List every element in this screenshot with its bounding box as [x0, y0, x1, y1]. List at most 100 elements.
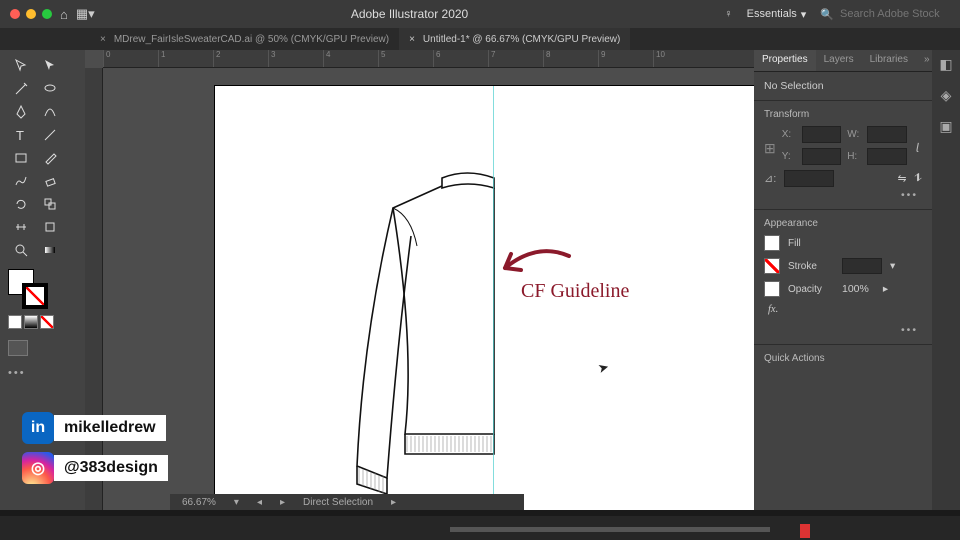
search-icon: 🔍 [820, 8, 834, 21]
pen-tool-icon[interactable] [8, 102, 34, 122]
help-icon[interactable]: ♀ [724, 8, 732, 20]
h-input[interactable] [867, 148, 906, 165]
zoom-window-icon[interactable] [42, 9, 52, 19]
minimize-window-icon[interactable] [26, 9, 36, 19]
chevron-down-icon[interactable]: ▾ [234, 497, 239, 508]
ruler-horizontal[interactable]: 0 1 2 3 4 5 6 7 8 9 10 [103, 50, 754, 68]
video-scrubber[interactable] [0, 516, 960, 540]
width-tool-icon[interactable] [8, 217, 34, 237]
link-wh-icon[interactable]: 𝘭 [913, 141, 922, 155]
search-stock[interactable]: 🔍 [820, 8, 950, 21]
opacity-label[interactable]: Opacity [788, 284, 834, 295]
social-overlay: in mikelledrew ◎ @383design [22, 412, 168, 484]
search-input[interactable] [840, 8, 950, 20]
document-tabs: × MDrew_FairIsleSweaterCAD.ai @ 50% (CMY… [0, 28, 960, 50]
window-controls[interactable] [10, 9, 52, 19]
free-transform-tool-icon[interactable] [37, 217, 63, 237]
y-input[interactable] [802, 148, 841, 165]
screen-mode-icon[interactable] [8, 340, 28, 356]
paintbrush-tool-icon[interactable] [37, 148, 63, 168]
selection-tool-icon[interactable] [8, 56, 34, 76]
tab-libraries[interactable]: Libraries [862, 50, 916, 71]
close-tab-icon[interactable]: × [100, 34, 106, 45]
gradient-mode-icon[interactable] [24, 315, 38, 329]
linkedin-icon: in [22, 412, 54, 444]
h-label: H: [847, 151, 861, 162]
fill-swatch[interactable] [764, 235, 780, 251]
appearance-header: Appearance [764, 218, 922, 229]
tab-label: Untitled-1* @ 66.67% (CMYK/GPU Preview) [423, 34, 620, 45]
artboard-nav-next-icon[interactable]: ▸ [280, 497, 285, 508]
dock-panel-icon[interactable]: ◧ [939, 56, 952, 73]
scale-tool-icon[interactable] [37, 194, 63, 214]
arrange-documents-icon[interactable]: ▦▾ [76, 6, 95, 22]
lasso-tool-icon[interactable] [37, 79, 63, 99]
eraser-tool-icon[interactable] [37, 171, 63, 191]
panel-dock: ◧ ◈ ▣ [932, 50, 960, 510]
scrubber-track[interactable] [450, 527, 770, 532]
stroke-weight-input[interactable] [842, 258, 882, 274]
line-segment-tool-icon[interactable] [37, 125, 63, 145]
chevron-right-icon[interactable]: ▸ [883, 283, 888, 295]
canvas-area[interactable]: 0 1 2 3 4 5 6 7 8 9 10 [85, 50, 754, 510]
fill-label: Fill [788, 238, 834, 249]
x-input[interactable] [802, 126, 841, 143]
rotate-tool-icon[interactable] [8, 194, 34, 214]
close-window-icon[interactable] [10, 9, 20, 19]
type-tool-icon[interactable]: T [8, 125, 34, 145]
stroke-label[interactable]: Stroke [788, 261, 834, 272]
more-options-icon[interactable]: ••• [764, 187, 922, 201]
dock-panel-icon[interactable]: ▣ [939, 118, 952, 135]
ruler-tick: 0 [103, 50, 158, 67]
selection-status: No Selection [764, 80, 922, 92]
ruler-tick: 8 [543, 50, 598, 67]
ruler-tick: 7 [488, 50, 543, 67]
zoom-tool-icon[interactable] [8, 240, 34, 260]
close-tab-icon[interactable]: × [409, 34, 415, 45]
opacity-swatch[interactable] [764, 281, 780, 297]
svg-text:T: T [16, 128, 24, 143]
curvature-tool-icon[interactable] [37, 102, 63, 122]
more-options-icon[interactable]: ••• [764, 322, 922, 336]
chevron-down-icon[interactable]: ▾ [890, 260, 895, 272]
hem-rib [407, 436, 491, 452]
document-tab[interactable]: × MDrew_FairIsleSweaterCAD.ai @ 50% (CMY… [90, 28, 399, 50]
none-mode-icon[interactable] [40, 315, 54, 329]
tab-label: MDrew_FairIsleSweaterCAD.ai @ 50% (CMYK/… [114, 34, 389, 45]
fill-stroke-swatch[interactable] [8, 269, 58, 309]
angle-input[interactable] [784, 170, 834, 187]
reference-point-icon[interactable]: ⊞ [764, 140, 776, 157]
magic-wand-tool-icon[interactable] [8, 79, 34, 99]
artboard-nav-prev-icon[interactable]: ◂ [257, 497, 262, 508]
stroke-swatch[interactable] [22, 283, 48, 309]
flip-horizontal-icon[interactable]: ⇋ [898, 173, 907, 185]
chevron-right-icon[interactable]: ▸ [391, 497, 396, 508]
fx-label[interactable]: fx. [764, 304, 778, 315]
tab-properties[interactable]: Properties [754, 50, 816, 71]
app-title: Adobe Illustrator 2020 [103, 7, 717, 21]
stroke-swatch[interactable] [764, 258, 780, 274]
w-input[interactable] [867, 126, 906, 143]
center-front-guideline[interactable] [493, 86, 494, 510]
artboard[interactable] [215, 86, 754, 510]
zoom-level[interactable]: 66.67% [182, 497, 216, 508]
workspace-switcher[interactable]: Essentials ▾ [747, 8, 807, 21]
rectangle-tool-icon[interactable] [8, 148, 34, 168]
current-tool-label: Direct Selection [303, 497, 373, 508]
tab-layers[interactable]: Layers [816, 50, 862, 71]
panel-tabs: Properties Layers Libraries » [754, 50, 932, 72]
direct-selection-tool-icon[interactable] [37, 56, 63, 76]
document-tab[interactable]: × Untitled-1* @ 66.67% (CMYK/GPU Preview… [399, 28, 630, 50]
color-mode-icon[interactable] [8, 315, 22, 329]
flip-vertical-icon[interactable]: ⥮ [914, 172, 922, 185]
shaper-tool-icon[interactable] [8, 171, 34, 191]
quick-actions-header: Quick Actions [764, 353, 922, 364]
linkedin-handle: mikelledrew [54, 415, 166, 441]
dock-panel-icon[interactable]: ◈ [941, 87, 952, 104]
instagram-handle: @383design [54, 455, 168, 481]
gradient-tool-icon[interactable] [37, 240, 63, 260]
home-icon[interactable]: ⌂ [60, 7, 68, 22]
edit-toolbar-icon[interactable]: ••• [8, 367, 77, 379]
opacity-value[interactable]: 100% [842, 283, 869, 295]
scrubber-playhead-icon[interactable] [800, 524, 810, 538]
